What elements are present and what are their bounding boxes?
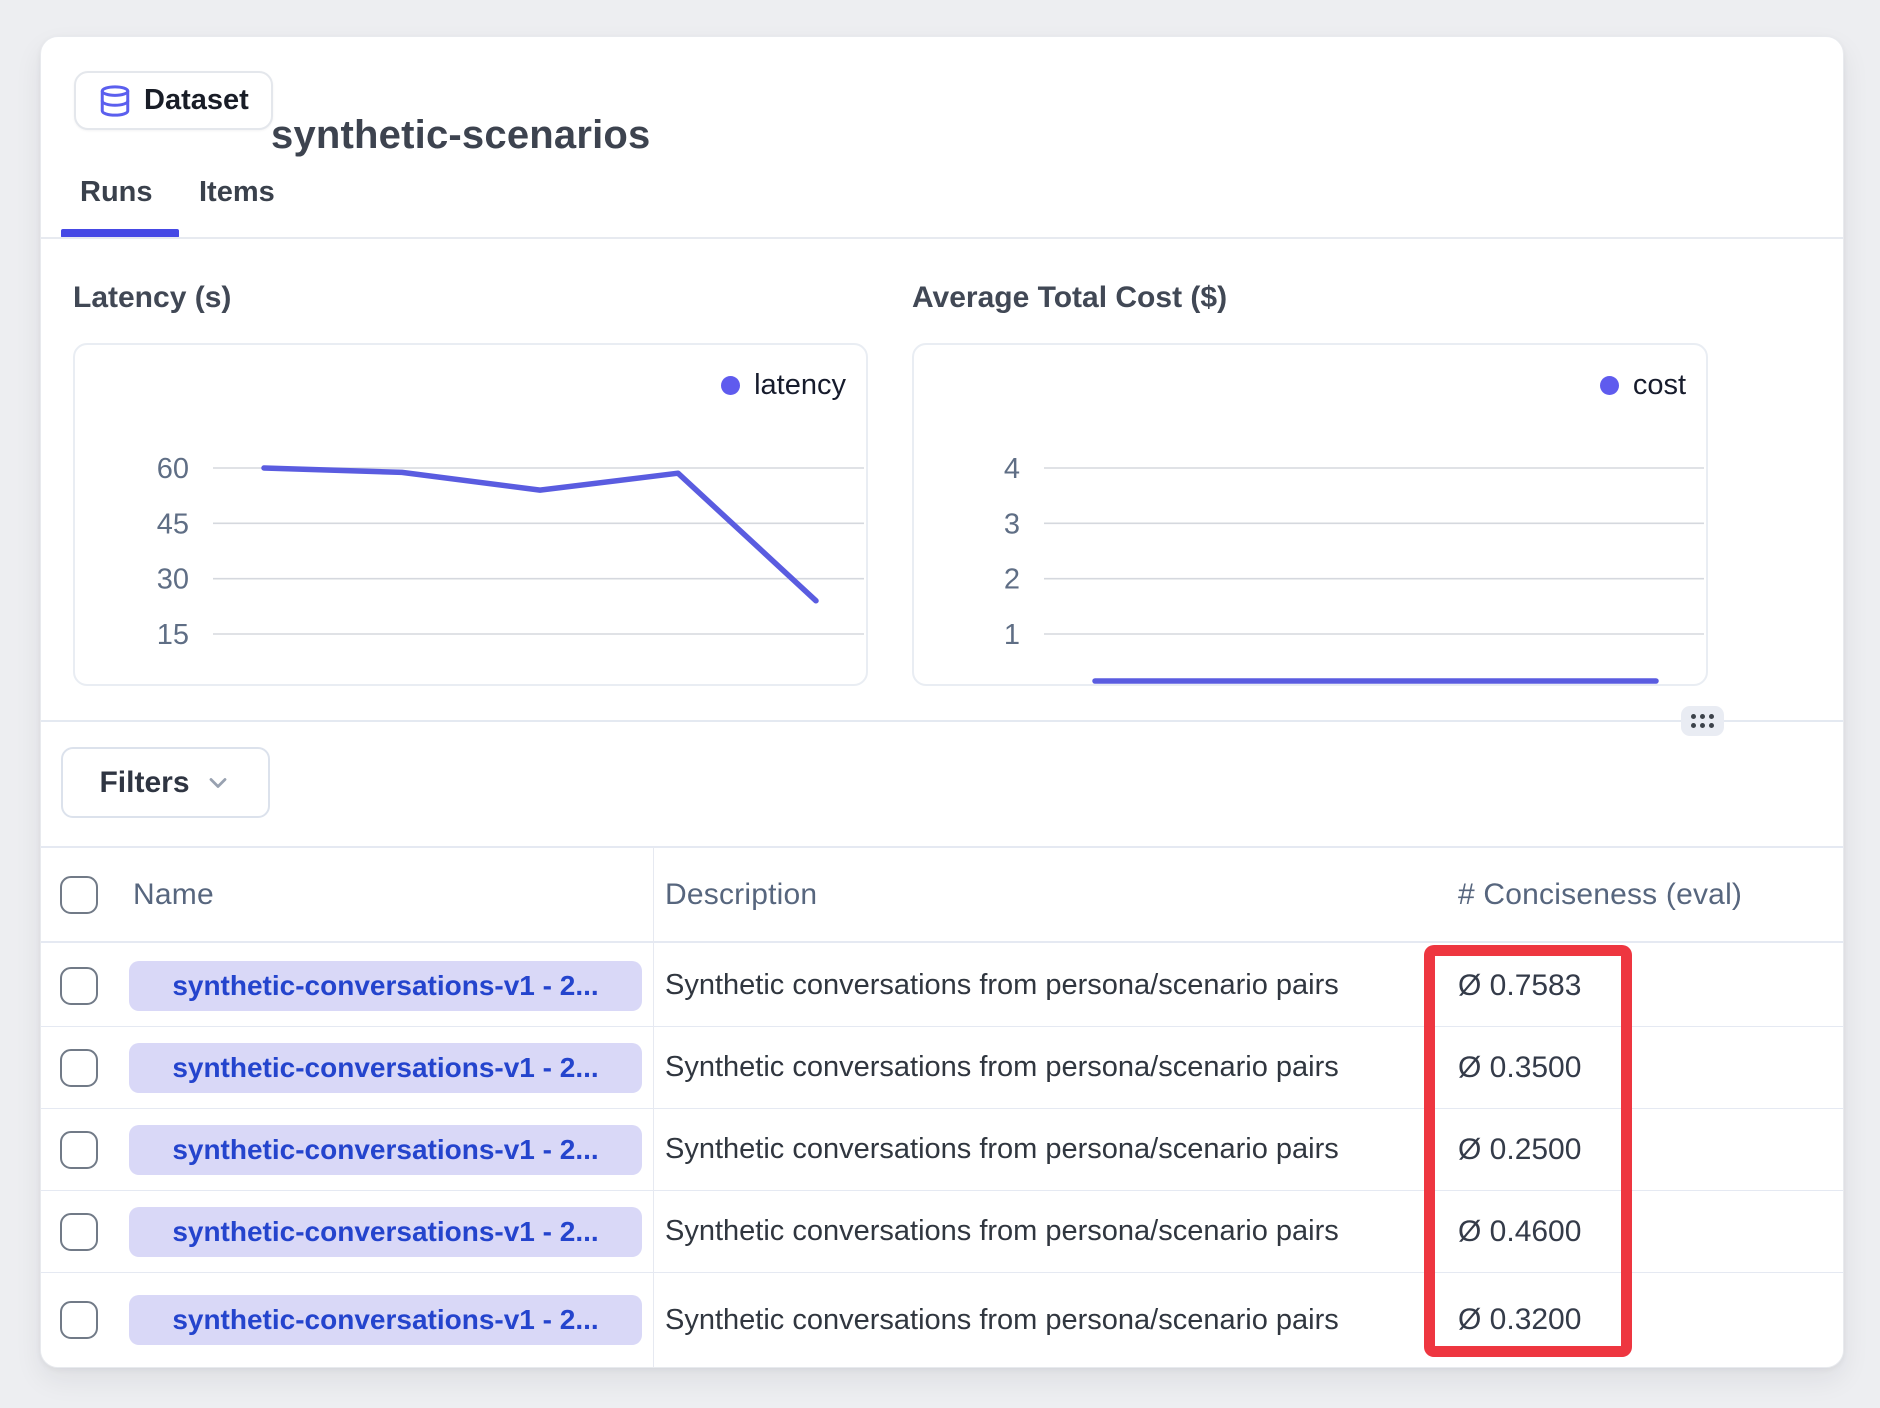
table-row: synthetic-conversations-v1 - 2... Synthe… <box>41 1273 1843 1367</box>
tab-runs[interactable]: Runs <box>80 176 153 209</box>
svg-text:15: 15 <box>157 619 189 651</box>
chevron-down-icon <box>204 769 232 797</box>
run-name-badge[interactable]: synthetic-conversations-v1 - 2... <box>129 1043 642 1093</box>
run-description: Synthetic conversations from persona/sce… <box>665 1304 1339 1336</box>
run-name-badge[interactable]: synthetic-conversations-v1 - 2... <box>129 961 642 1011</box>
column-header-description: Description <box>665 878 817 911</box>
svg-text:2: 2 <box>1004 564 1020 596</box>
latency-chart: 60 45 30 15 latency <box>73 343 868 686</box>
latency-legend-label: latency <box>754 369 846 402</box>
dataset-page-card: Dataset synthetic-scenarios Runs Items L… <box>40 36 1844 1368</box>
run-name-label: synthetic-conversations-v1 - 2... <box>172 970 598 1002</box>
cost-chart-plot: 4 3 2 1 <box>914 345 1706 684</box>
tabs-bottom-border <box>41 237 1843 239</box>
row-checkbox[interactable] <box>60 1049 98 1087</box>
filters-button[interactable]: Filters <box>61 747 270 818</box>
panel-separator <box>41 720 1843 722</box>
table-row: synthetic-conversations-v1 - 2... Synthe… <box>41 1027 1843 1109</box>
run-name-badge[interactable]: synthetic-conversations-v1 - 2... <box>129 1125 642 1175</box>
run-name-label: synthetic-conversations-v1 - 2... <box>172 1304 598 1336</box>
column-header-name: Name <box>133 878 214 911</box>
svg-text:4: 4 <box>1004 453 1020 485</box>
dataset-badge-label: Dataset <box>144 84 249 117</box>
table-header-row: Name Description # Conciseness (eval) <box>41 846 1843 943</box>
run-description: Synthetic conversations from persona/sce… <box>665 1215 1339 1247</box>
run-name-label: synthetic-conversations-v1 - 2... <box>172 1216 598 1248</box>
run-description: Synthetic conversations from persona/sce… <box>665 1133 1339 1165</box>
database-icon <box>98 84 132 118</box>
run-conciseness-value: Ø 0.3200 <box>1458 1303 1581 1336</box>
run-conciseness-value: Ø 0.4600 <box>1458 1215 1581 1248</box>
name-description-column-divider <box>653 846 654 1367</box>
row-checkbox[interactable] <box>60 967 98 1005</box>
row-checkbox[interactable] <box>60 1131 98 1169</box>
run-name-badge[interactable]: synthetic-conversations-v1 - 2... <box>129 1207 642 1257</box>
cost-legend-dot-icon <box>1600 376 1619 395</box>
cost-chart-title: Average Total Cost ($) <box>912 281 1227 315</box>
run-conciseness-value: Ø 0.7583 <box>1458 969 1581 1002</box>
svg-text:60: 60 <box>157 453 189 485</box>
page-title: synthetic-scenarios <box>271 113 651 158</box>
svg-text:3: 3 <box>1004 508 1020 540</box>
latency-chart-title: Latency (s) <box>73 281 231 315</box>
run-name-badge[interactable]: synthetic-conversations-v1 - 2... <box>129 1295 642 1345</box>
latency-legend-dot-icon <box>721 376 740 395</box>
run-name-label: synthetic-conversations-v1 - 2... <box>172 1134 598 1166</box>
row-checkbox[interactable] <box>60 1301 98 1339</box>
table-body: synthetic-conversations-v1 - 2... Synthe… <box>41 945 1843 1367</box>
panel-resize-handle[interactable] <box>1681 706 1724 736</box>
cost-chart: 4 3 2 1 cost <box>912 343 1708 686</box>
run-description: Synthetic conversations from persona/sce… <box>665 1051 1339 1083</box>
table-row: synthetic-conversations-v1 - 2... Synthe… <box>41 1109 1843 1191</box>
svg-text:45: 45 <box>157 508 189 540</box>
tab-items[interactable]: Items <box>199 176 275 209</box>
dataset-badge: Dataset <box>74 71 273 130</box>
row-checkbox[interactable] <box>60 1213 98 1251</box>
run-name-label: synthetic-conversations-v1 - 2... <box>172 1052 598 1084</box>
table-row: synthetic-conversations-v1 - 2... Synthe… <box>41 1191 1843 1273</box>
run-conciseness-value: Ø 0.3500 <box>1458 1051 1581 1084</box>
svg-text:30: 30 <box>157 564 189 596</box>
latency-legend: latency <box>721 369 846 402</box>
drag-handle-icon <box>1691 714 1714 728</box>
cost-legend-label: cost <box>1633 369 1686 402</box>
svg-text:1: 1 <box>1004 619 1020 651</box>
cost-legend: cost <box>1600 369 1686 402</box>
table-row: synthetic-conversations-v1 - 2... Synthe… <box>41 945 1843 1027</box>
column-header-conciseness: # Conciseness (eval) <box>1458 878 1742 911</box>
run-description: Synthetic conversations from persona/sce… <box>665 969 1339 1001</box>
filters-button-label: Filters <box>99 766 189 800</box>
select-all-checkbox[interactable] <box>60 876 98 914</box>
run-conciseness-value: Ø 0.2500 <box>1458 1133 1581 1166</box>
